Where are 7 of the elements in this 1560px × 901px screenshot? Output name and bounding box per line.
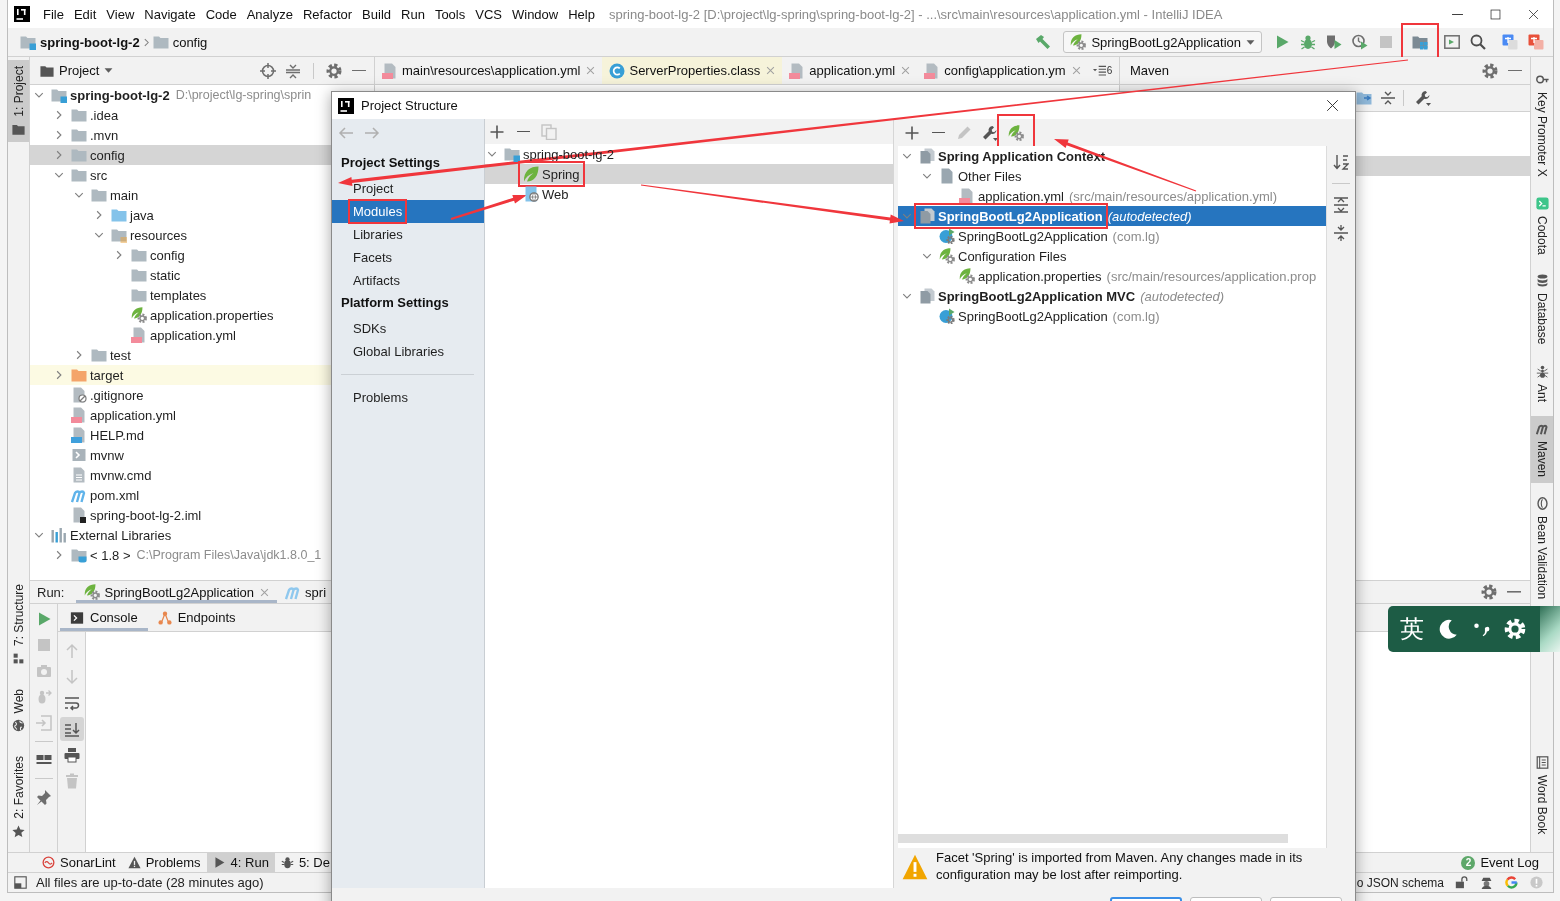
notification-count: 2 [1461,855,1476,870]
warning-message: Facet 'Spring' is imported from Maven. Any changes made in its configuration may be lost after reimporting. [936,849,1304,883]
dialog-title: Project Structure [361,98,458,113]
panel-title: Maven [1129,62,1171,80]
status-message: All files are up-to-date (28 minutes ago) [36,875,264,890]
run-label: Run: [37,584,65,600]
window-title: spring-boot-lg-2 [D:\project\lg-spring\spring-boot-lg-2] - ...\src\main\resources\application.yml - IntelliJ IDEA [608,6,1223,22]
